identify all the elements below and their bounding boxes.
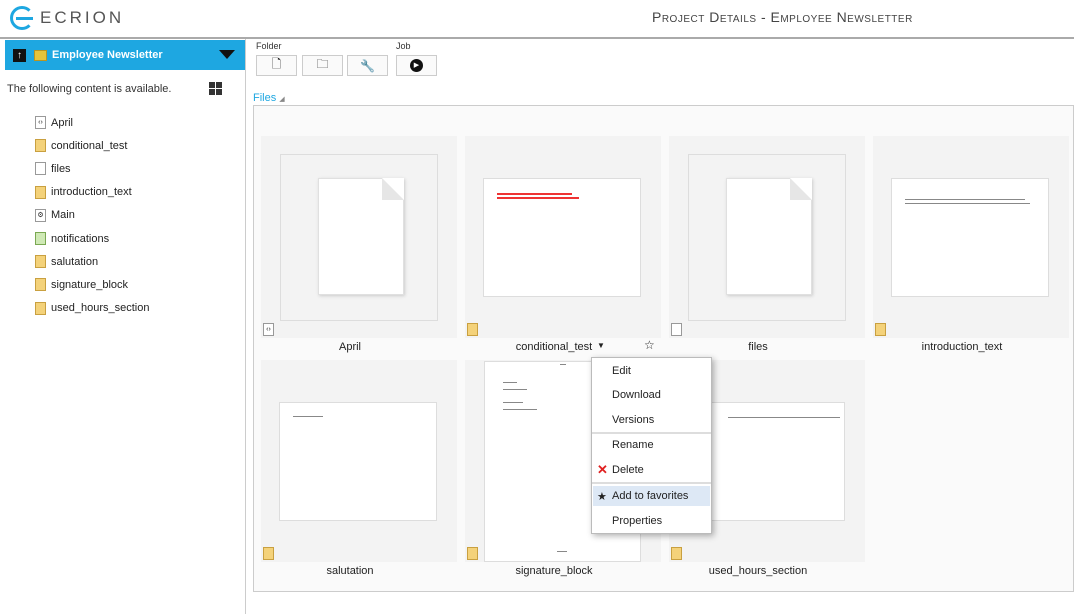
file-tree: ‹› April conditional_test files introduct… [35,111,149,320]
delete-x-icon: ✕ [597,462,608,477]
new-folder-icon: 🗀 [316,57,329,71]
tree-item[interactable]: used_hours_section [35,297,149,320]
file-context-menu: Edit Download Versions Rename ✕ Delete ★ A… [591,357,712,534]
document-thumbnail [483,178,641,297]
menu-item-versions[interactable]: Versions [593,410,710,430]
run-job-button[interactable]: ▶ [396,55,437,76]
job-group-label: Job [396,41,411,51]
tree-item[interactable]: salutation [35,250,149,273]
star-icon: ★ [597,490,607,503]
tree-item[interactable]: signature_block [35,273,149,296]
template-icon: ‹› [263,323,274,336]
tile-name[interactable]: signature_block [456,565,652,577]
folder-group-label: Folder [256,41,282,51]
tile-name[interactable]: used_hours_section [660,565,856,577]
document-icon [671,547,682,560]
project-selector[interactable]: ↑ Employee Newsletter [5,40,245,70]
tools-button[interactable]: 🔧 [347,55,388,76]
document-icon [467,323,478,336]
tree-item[interactable]: ⚙ Main [35,204,149,227]
thumbnail-frame [280,154,438,321]
menu-item-delete[interactable]: ✕ Delete [593,460,710,480]
tile-name[interactable]: conditional_test [456,341,652,353]
tree-item[interactable]: ‹› April [35,111,149,134]
content-intro: The following content is available. [7,83,172,95]
project-name: Employee Newsletter [52,49,163,61]
tree-item[interactable]: conditional_test [35,134,149,157]
blank-page-icon [318,178,404,295]
document-icon [35,301,46,315]
sidebar: ↑ Employee Newsletter The following cont… [0,39,246,614]
document-icon [35,185,46,199]
tile-name[interactable]: introduction_text [864,341,1060,353]
menu-item-download[interactable]: Download [593,385,710,405]
new-file-button[interactable]: 🗋 [256,55,297,76]
file-tile-introduction-text[interactable] [873,136,1069,338]
file-menu-dropdown-icon[interactable]: ▼ [597,341,605,350]
up-arrow-icon[interactable]: ↑ [13,48,26,62]
chevron-down-icon[interactable] [219,50,235,59]
sort-icon: ◢ [279,96,285,103]
play-icon: ▶ [410,59,423,72]
file-tile-conditional-test[interactable] [465,136,661,338]
document-thumbnail [279,402,437,521]
project-folder-icon [34,49,47,61]
document-icon [875,323,886,336]
page-title: Project Details - Employee Newsletter [652,9,913,25]
menu-separator [592,432,711,434]
thumbnail-frame [688,154,846,321]
blank-file-icon [35,162,46,176]
ecrion-logo[interactable]: ECRION [10,6,124,30]
document-icon [263,547,274,560]
blank-file-icon [671,323,682,336]
new-folder-button[interactable]: 🗀 [302,55,343,76]
template-icon: ‹› [35,116,46,130]
tools-icon: 🔧 [360,58,375,73]
menu-item-add-to-favorites[interactable]: ★ Add to favorites [593,486,710,506]
grid-view-icon[interactable] [209,82,222,95]
tree-item[interactable]: notifications [35,227,149,250]
menu-item-properties[interactable]: Properties [593,511,710,531]
main-file-icon: ⚙ [35,208,46,222]
tile-name[interactable]: April [252,341,448,353]
file-tile-april[interactable]: ‹› [261,136,457,338]
logo-mark-icon [10,6,34,30]
file-tile-salutation[interactable] [261,360,457,562]
menu-separator [592,482,711,484]
files-sort-header[interactable]: Files ◢ [253,92,285,104]
tree-item[interactable]: introduction_text [35,181,149,204]
document-icon [467,547,478,560]
file-tile-files[interactable] [669,136,865,338]
tree-item[interactable]: files [35,157,149,180]
menu-item-rename[interactable]: Rename [593,435,710,455]
document-thumbnail [891,178,1049,297]
tile-name[interactable]: files [660,341,856,353]
document-icon [35,255,46,269]
notification-file-icon [35,232,46,246]
blank-page-icon [726,178,812,295]
favorite-star-icon[interactable]: ☆ [644,338,655,352]
new-file-icon: 🗋 [271,57,282,71]
menu-item-edit[interactable]: Edit [593,361,710,381]
tile-name[interactable]: salutation [252,565,448,577]
document-icon [35,278,46,292]
document-icon [35,139,46,153]
